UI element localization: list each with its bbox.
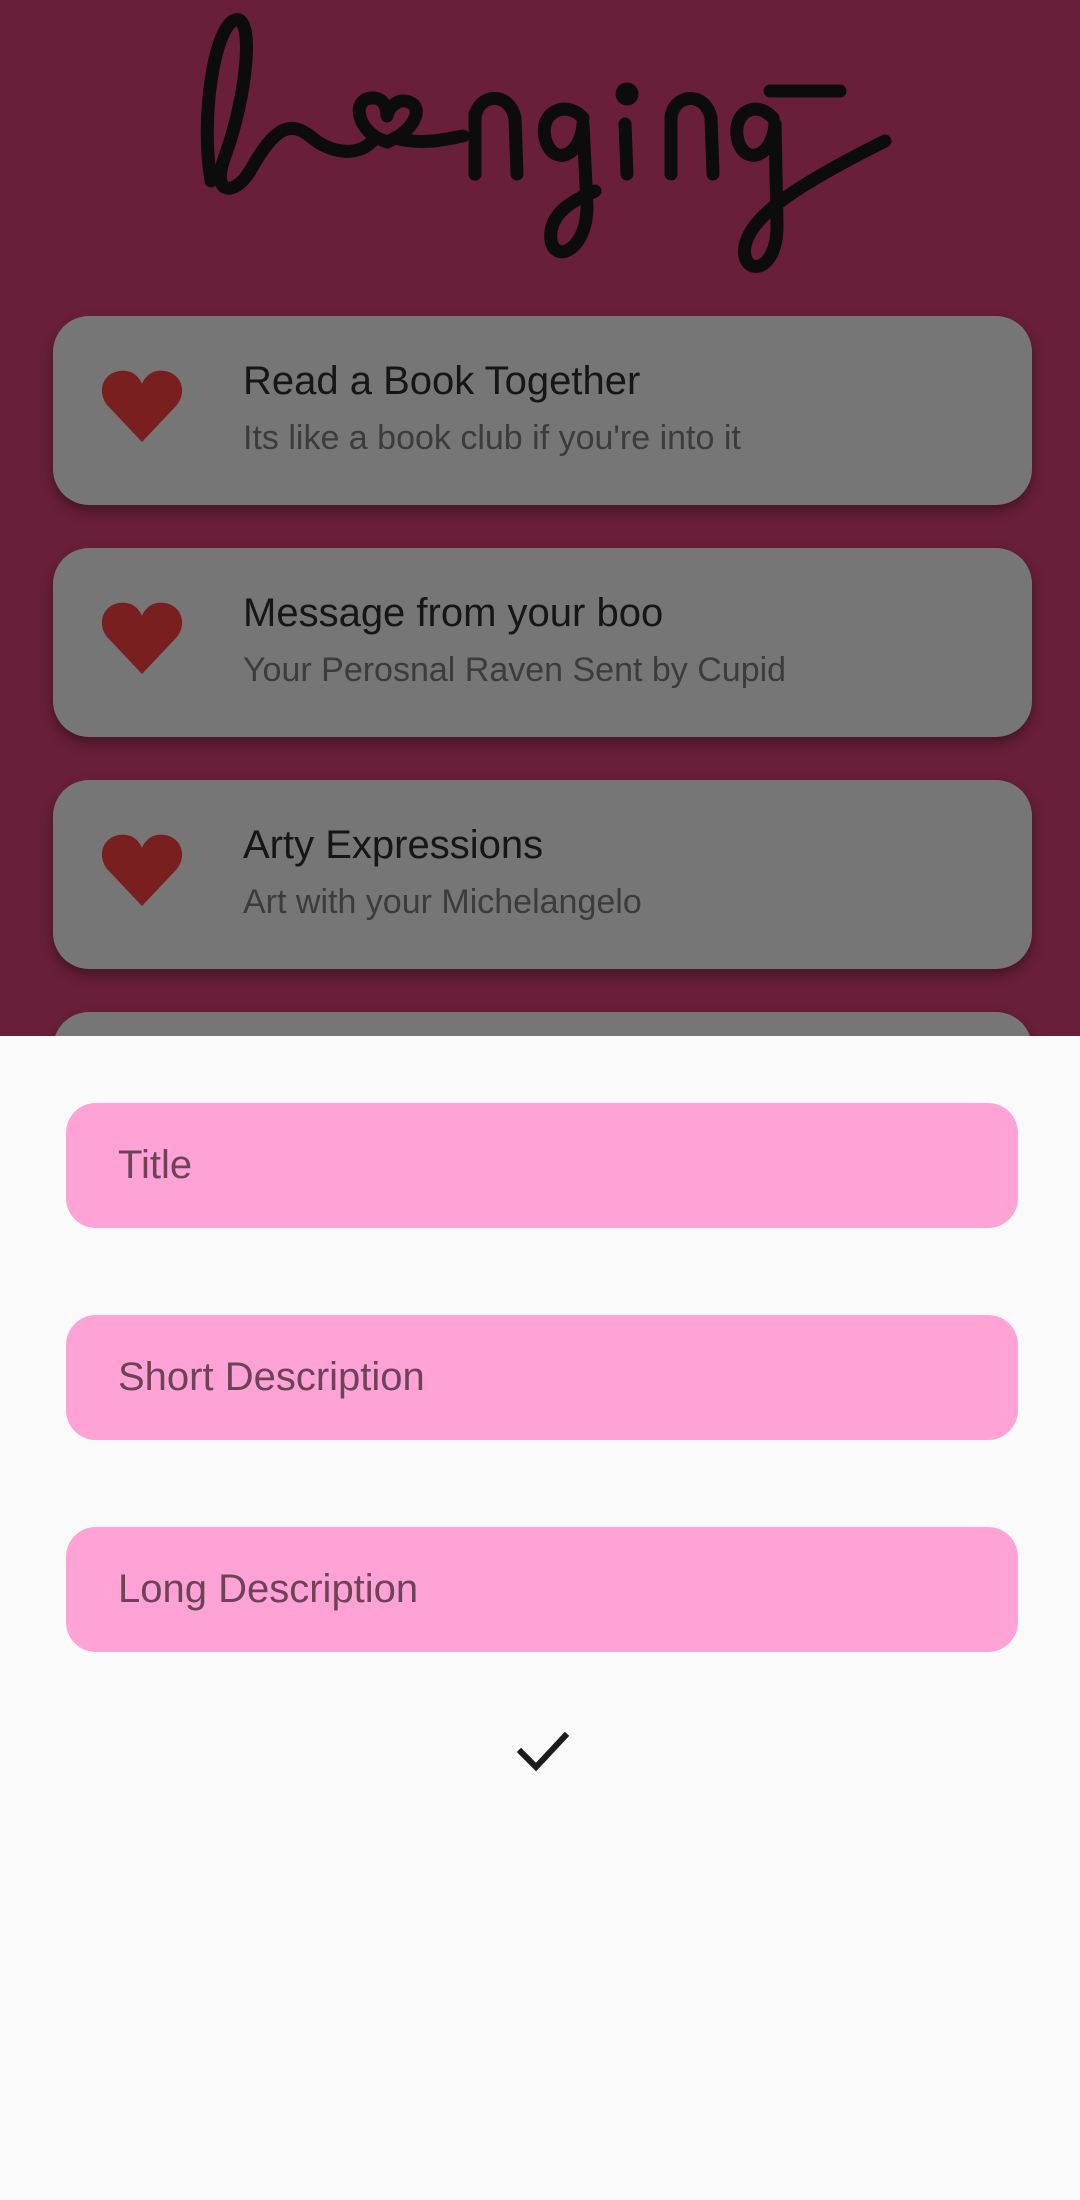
activity-card-partial[interactable]: [53, 1012, 1032, 1036]
long-description-field: [66, 1527, 1018, 1652]
add-activity-sheet: [0, 1036, 1080, 2200]
app-logo: [200, 13, 892, 273]
activity-subtitle: Its like a book club if you're into it: [243, 419, 741, 457]
activity-subtitle: Your Perosnal Raven Sent by Cupid: [243, 651, 787, 689]
activity-title: Arty Expressions: [243, 823, 544, 867]
activity-title: Read a Book Together: [243, 359, 641, 403]
activity-card[interactable]: Message from your boo Your Perosnal Rave…: [53, 548, 1032, 737]
activity-card[interactable]: Arty Expressions Art with your Michelang…: [53, 780, 1032, 969]
submit-button[interactable]: [506, 1714, 578, 1786]
short-description-field: [66, 1315, 1018, 1440]
long-description-input[interactable]: [66, 1527, 1018, 1652]
title-field: [66, 1103, 1018, 1228]
activity-card[interactable]: Read a Book Together Its like a book clu…: [53, 316, 1032, 505]
heart-icon: [101, 370, 183, 442]
heart-icon: [101, 602, 183, 674]
activity-subtitle: Art with your Michelangelo: [243, 883, 642, 921]
title-input[interactable]: [66, 1103, 1018, 1228]
check-icon: [516, 1731, 570, 1772]
activity-title: Message from your boo: [243, 591, 664, 635]
short-description-input[interactable]: [66, 1315, 1018, 1440]
heart-icon: [101, 834, 183, 906]
activity-list-screen: Read a Book Together Its like a book clu…: [0, 0, 1080, 1036]
activity-cards: Read a Book Together Its like a book clu…: [53, 316, 1032, 1036]
